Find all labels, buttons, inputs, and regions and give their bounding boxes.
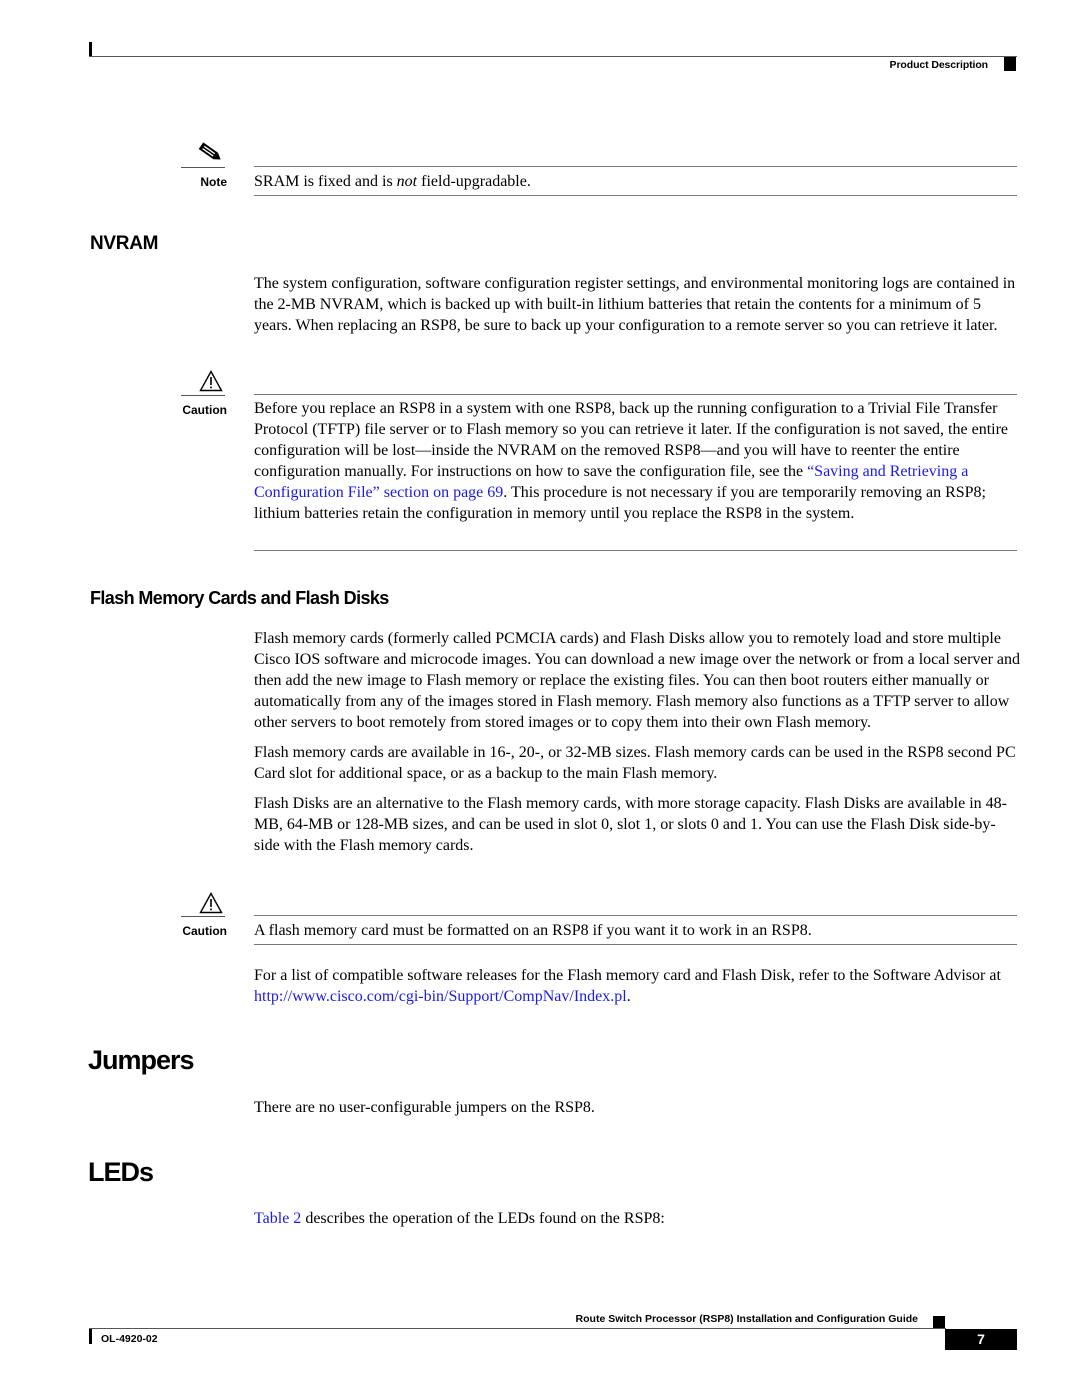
flash-paragraph: Flash memory cards are available in 16-,…: [254, 744, 1016, 782]
caution-text: Before you replace an RSP8 in a system w…: [254, 400, 1009, 522]
caution-text: A flash memory card must be formatted on…: [254, 922, 812, 939]
note-text: SRAM is fixed and is not field-upgradabl…: [254, 173, 531, 190]
nvram-section-body: The system configuration, software confi…: [254, 273, 1020, 345]
heading-nvram: NVRAM: [90, 233, 159, 254]
flash-section-body: Flash memory cards (formerly called PCMC…: [254, 628, 1020, 865]
warning-triangle-icon: [199, 370, 223, 392]
pencil-note-icon: [196, 141, 224, 163]
caution-label: Caution: [182, 924, 227, 938]
note-top-rule: [254, 166, 1017, 167]
note-icon-rule: [181, 167, 225, 168]
table-2-link[interactable]: Table 2: [254, 1210, 301, 1227]
jumpers-paragraph: There are no user-configurable jumpers o…: [254, 1099, 595, 1116]
heading-jumpers: Jumpers: [88, 1045, 195, 1075]
header-block-mark: [1004, 57, 1016, 71]
header-rule: [89, 56, 1017, 57]
nvram-paragraph: The system configuration, software confi…: [254, 275, 1016, 334]
caution-icon-rule: [181, 395, 225, 396]
footer-rule: [89, 1328, 946, 1329]
warning-triangle-icon: [199, 892, 223, 914]
header-corner-mark: [89, 42, 92, 57]
heading-leds: LEDs: [88, 1157, 154, 1187]
footer-page-number: 7: [945, 1329, 1017, 1350]
caution-bottom-rule: [254, 944, 1017, 945]
software-advisor-paragraph: For a list of compatible software releas…: [254, 967, 1001, 1005]
software-advisor-link[interactable]: http://www.cisco.com/cgi-bin/Support/Com…: [254, 988, 627, 1005]
note-label: Note: [200, 175, 227, 189]
footer-guide-title: Route Switch Processor (RSP8) Installati…: [575, 1313, 918, 1325]
heading-flash-memory: Flash Memory Cards and Flash Disks: [90, 588, 389, 608]
caution-bottom-rule: [254, 550, 1017, 551]
caution-label: Caution: [182, 403, 227, 417]
flash-paragraph: Flash Disks are an alternative to the Fl…: [254, 795, 1007, 854]
caution-top-rule: [254, 394, 1017, 395]
footer-corner-mark: [89, 1329, 92, 1344]
leds-paragraph: Table 2 describes the operation of the L…: [254, 1210, 665, 1227]
header-section-title: Product Description: [889, 59, 989, 71]
note-bottom-rule: [254, 195, 1017, 196]
caution-top-rule: [254, 915, 1017, 916]
flash-paragraph: Flash memory cards (formerly called PCMC…: [254, 630, 1020, 731]
caution-icon-rule: [181, 916, 225, 917]
footer-doc-number: OL-4920-02: [101, 1333, 158, 1345]
